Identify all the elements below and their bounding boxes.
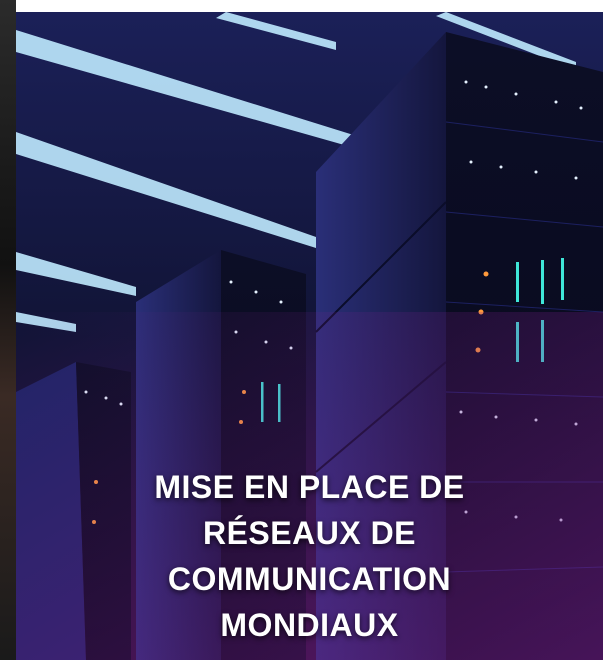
caption-line-4: MONDIAUX <box>220 607 399 643</box>
caption-line-3: COMMUNICATION <box>167 561 452 597</box>
left-edge-strip <box>0 0 16 660</box>
caption-line-2: RÉSEAUX DE <box>202 515 417 551</box>
image-caption: MISE EN PLACE DE RÉSEAUX DE COMMUNICATIO… <box>16 464 603 648</box>
hero-image-card: MISE EN PLACE DE RÉSEAUX DE COMMUNICATIO… <box>16 12 603 660</box>
caption-line-1: MISE EN PLACE DE <box>154 469 465 505</box>
